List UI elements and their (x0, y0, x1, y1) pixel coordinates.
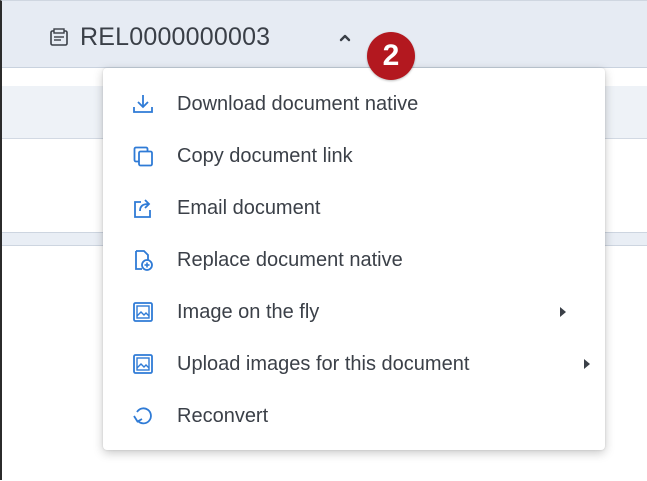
menu-item-copy-link[interactable]: Copy document link (103, 130, 605, 182)
download-icon (131, 92, 155, 116)
menu-item-download-native[interactable]: Download document native (103, 78, 605, 130)
submenu-arrow-icon (560, 307, 566, 317)
menu-item-label: Upload images for this document (177, 352, 470, 375)
menu-item-image-on-the-fly[interactable]: Image on the fly (103, 286, 605, 338)
menu-item-email-document[interactable]: Email document (103, 182, 605, 234)
document-stack-icon (48, 27, 70, 49)
menu-item-label: Replace document native (177, 248, 403, 271)
share-export-icon (131, 196, 155, 220)
document-id: REL0000000003 (80, 23, 271, 51)
menu-item-reconvert[interactable]: Reconvert (103, 390, 605, 442)
menu-item-label: Image on the fly (177, 300, 320, 323)
menu-item-replace-native[interactable]: Replace document native (103, 234, 605, 286)
menu-item-upload-images[interactable]: Upload images for this document (103, 338, 605, 390)
image-icon (131, 352, 155, 376)
document-title[interactable]: REL0000000003 (48, 23, 270, 52)
replace-document-icon (131, 248, 155, 272)
chevron-up-icon[interactable] (338, 31, 352, 45)
callout-badge: 2 (367, 32, 415, 80)
menu-item-label: Reconvert (177, 404, 269, 427)
menu-item-label: Download document native (177, 92, 419, 115)
document-header: REL0000000003 (2, 1, 647, 68)
image-icon (131, 300, 155, 324)
document-actions-menu: Download document native Copy document l… (103, 68, 605, 450)
copy-icon (131, 144, 155, 168)
submenu-arrow-icon (584, 359, 590, 369)
menu-item-label: Email document (177, 196, 321, 219)
reconvert-icon (131, 404, 155, 428)
menu-item-label: Copy document link (177, 144, 353, 167)
